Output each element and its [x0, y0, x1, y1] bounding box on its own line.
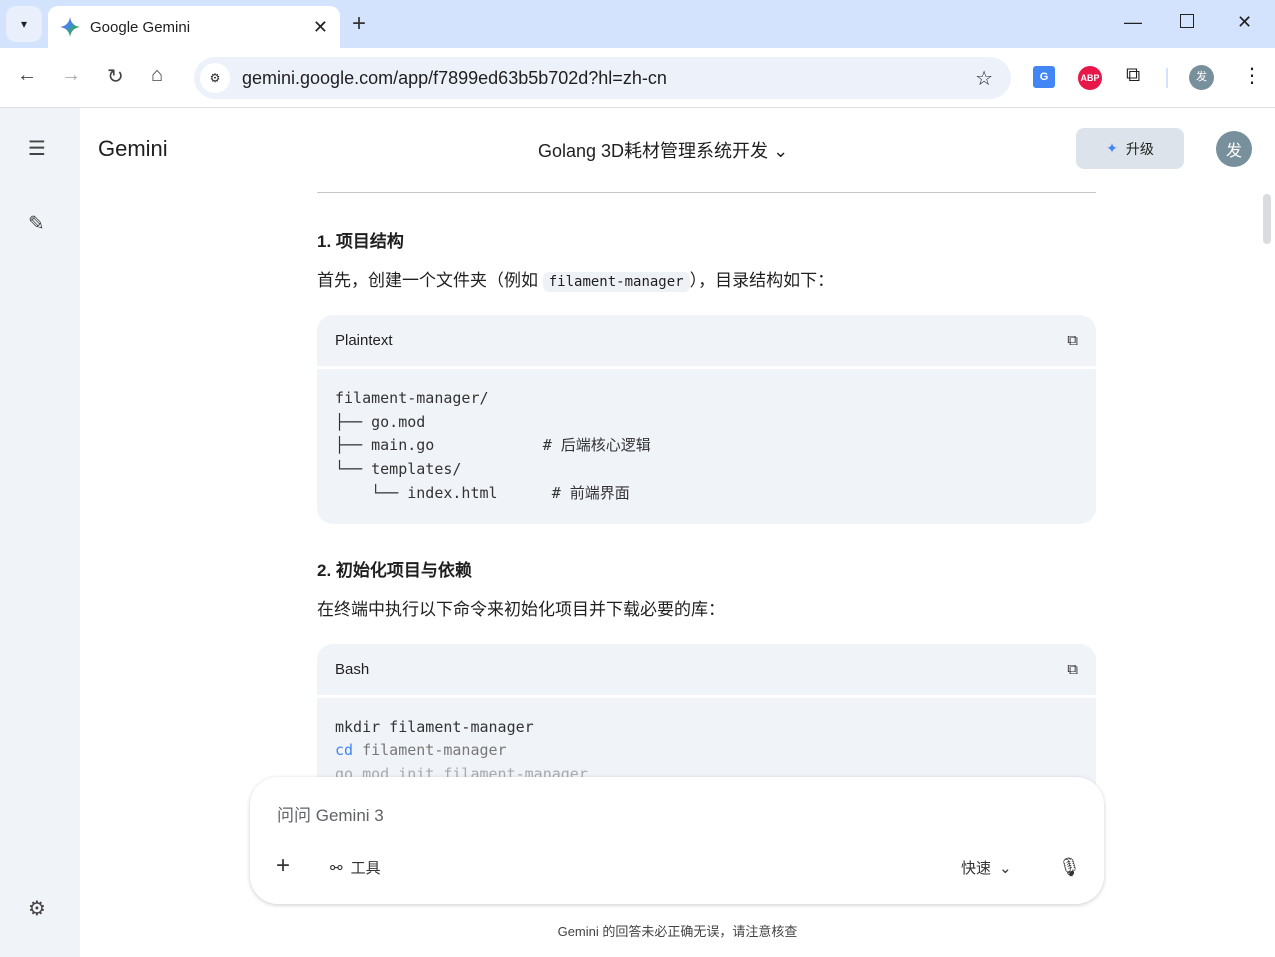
new-chat-icon[interactable]: ✎: [28, 211, 45, 236]
conversation-title-dropdown[interactable]: Golang 3D耗材管理系统开发 ⌄: [538, 137, 788, 163]
new-tab-button[interactable]: +: [352, 10, 366, 38]
gemini-brand[interactable]: Gemini: [98, 136, 168, 162]
chevron-down-icon: ⌄: [773, 141, 789, 161]
code-line: filament-manager: [353, 741, 507, 760]
hamburger-menu-icon[interactable]: ☰: [28, 136, 46, 161]
sidebar: ☰ ✎ ⚙: [0, 108, 80, 957]
tab-title: Google Gemini: [90, 18, 191, 36]
tools-label: 工具: [350, 860, 381, 877]
sparkle-icon: ✦: [1106, 140, 1118, 156]
google-translate-icon[interactable]: G: [1033, 66, 1055, 88]
reload-button[interactable]: ↻: [107, 64, 124, 89]
microphone-icon[interactable]: 🎙: [1058, 857, 1081, 878]
minimize-button[interactable]: —: [1124, 12, 1142, 33]
text: 首先，创建一个文件夹（例如: [317, 271, 543, 290]
response-content: 1. 项目结构 首先，创建一个文件夹（例如 filament-manager），…: [317, 192, 1096, 805]
home-button[interactable]: ⌂: [151, 64, 163, 87]
settings-gear-icon[interactable]: ⚙: [28, 896, 46, 921]
text: ），目录结构如下：: [689, 271, 835, 290]
prompt-placeholder[interactable]: 问问 Gemini 3: [277, 801, 384, 826]
tab-search-button[interactable]: ▾: [6, 6, 42, 42]
back-button[interactable]: ←: [17, 64, 37, 87]
conversation-title: Golang 3D耗材管理系统开发: [538, 141, 769, 161]
upgrade-label: 升级: [1125, 140, 1154, 157]
close-window-button[interactable]: ✕: [1237, 12, 1252, 33]
forward-button[interactable]: →: [61, 64, 81, 87]
mode-dropdown[interactable]: 快速 ⌄: [961, 857, 1012, 878]
mode-label: 快速: [961, 860, 992, 877]
inline-code: filament-manager: [542, 272, 690, 292]
maximize-button[interactable]: [1180, 14, 1194, 28]
code-language: Plaintext: [335, 332, 393, 349]
paragraph: 首先，创建一个文件夹（例如 filament-manager ），目录结构如下：: [317, 266, 1096, 292]
chevron-down-icon: ⌄: [999, 859, 1012, 877]
copy-icon[interactable]: ⧉: [1067, 332, 1078, 349]
close-tab-icon[interactable]: ✕: [313, 17, 328, 38]
section-heading: 1. 项目结构: [317, 232, 404, 251]
address-bar[interactable]: ⚙ gemini.google.com/app/f7899ed63b5b702d…: [194, 57, 1011, 99]
tools-button[interactable]: ⚯ 工具: [330, 857, 381, 878]
account-avatar[interactable]: 发: [1216, 131, 1252, 167]
add-attachment-button[interactable]: +: [276, 852, 290, 880]
profile-avatar[interactable]: 发: [1189, 65, 1214, 90]
browser-toolbar: ← → ↻ ⌂ ⚙ gemini.google.com/app/f7899ed6…: [0, 48, 1275, 108]
prompt-input-box[interactable]: 问问 Gemini 3 + ⚯ 工具 快速 ⌄ 🎙: [250, 777, 1104, 904]
code-keyword: cd: [335, 741, 354, 760]
disclaimer: Gemini 的回答未必正确无误，请注意核查: [557, 924, 798, 939]
tab-google-gemini[interactable]: Google Gemini ✕: [48, 6, 340, 48]
scrollbar-thumb[interactable]: [1263, 194, 1271, 244]
gemini-logo-icon: [60, 17, 80, 37]
tools-sliders-icon: ⚯: [330, 859, 343, 877]
code-line: mkdir filament-manager: [335, 717, 534, 736]
paragraph: 在终端中执行以下命令来初始化项目并下载必要的库：: [317, 599, 725, 619]
tab-bar: ▾ Google Gemini ✕ + — ✕: [0, 0, 1275, 48]
divider: [1166, 68, 1168, 88]
copy-icon[interactable]: ⧉: [1067, 661, 1078, 678]
bookmark-star-icon[interactable]: ☆: [975, 66, 993, 91]
code-language: Bash: [335, 660, 370, 678]
section-heading: 2. 初始化项目与依赖: [317, 560, 472, 580]
site-settings-icon[interactable]: ⚙: [200, 63, 230, 93]
url-text[interactable]: gemini.google.com/app/f7899ed63b5b702d?h…: [242, 68, 975, 89]
main-area: Gemini Golang 3D耗材管理系统开发 ⌄ ✦ 升级 发 1. 项目结构…: [80, 108, 1275, 957]
divider: [317, 192, 1096, 193]
code-body: filament-manager/ ├── go.mod ├── main.go…: [335, 389, 651, 502]
upgrade-button[interactable]: ✦ 升级: [1076, 128, 1184, 169]
adblock-plus-icon[interactable]: ABP: [1078, 66, 1102, 90]
extensions-puzzle-icon[interactable]: ⧉: [1126, 64, 1140, 87]
menu-kebab-icon[interactable]: ⋮: [1242, 63, 1262, 88]
code-block: Plaintext ⧉ filament-manager/ ├── go.mod …: [317, 315, 1096, 524]
